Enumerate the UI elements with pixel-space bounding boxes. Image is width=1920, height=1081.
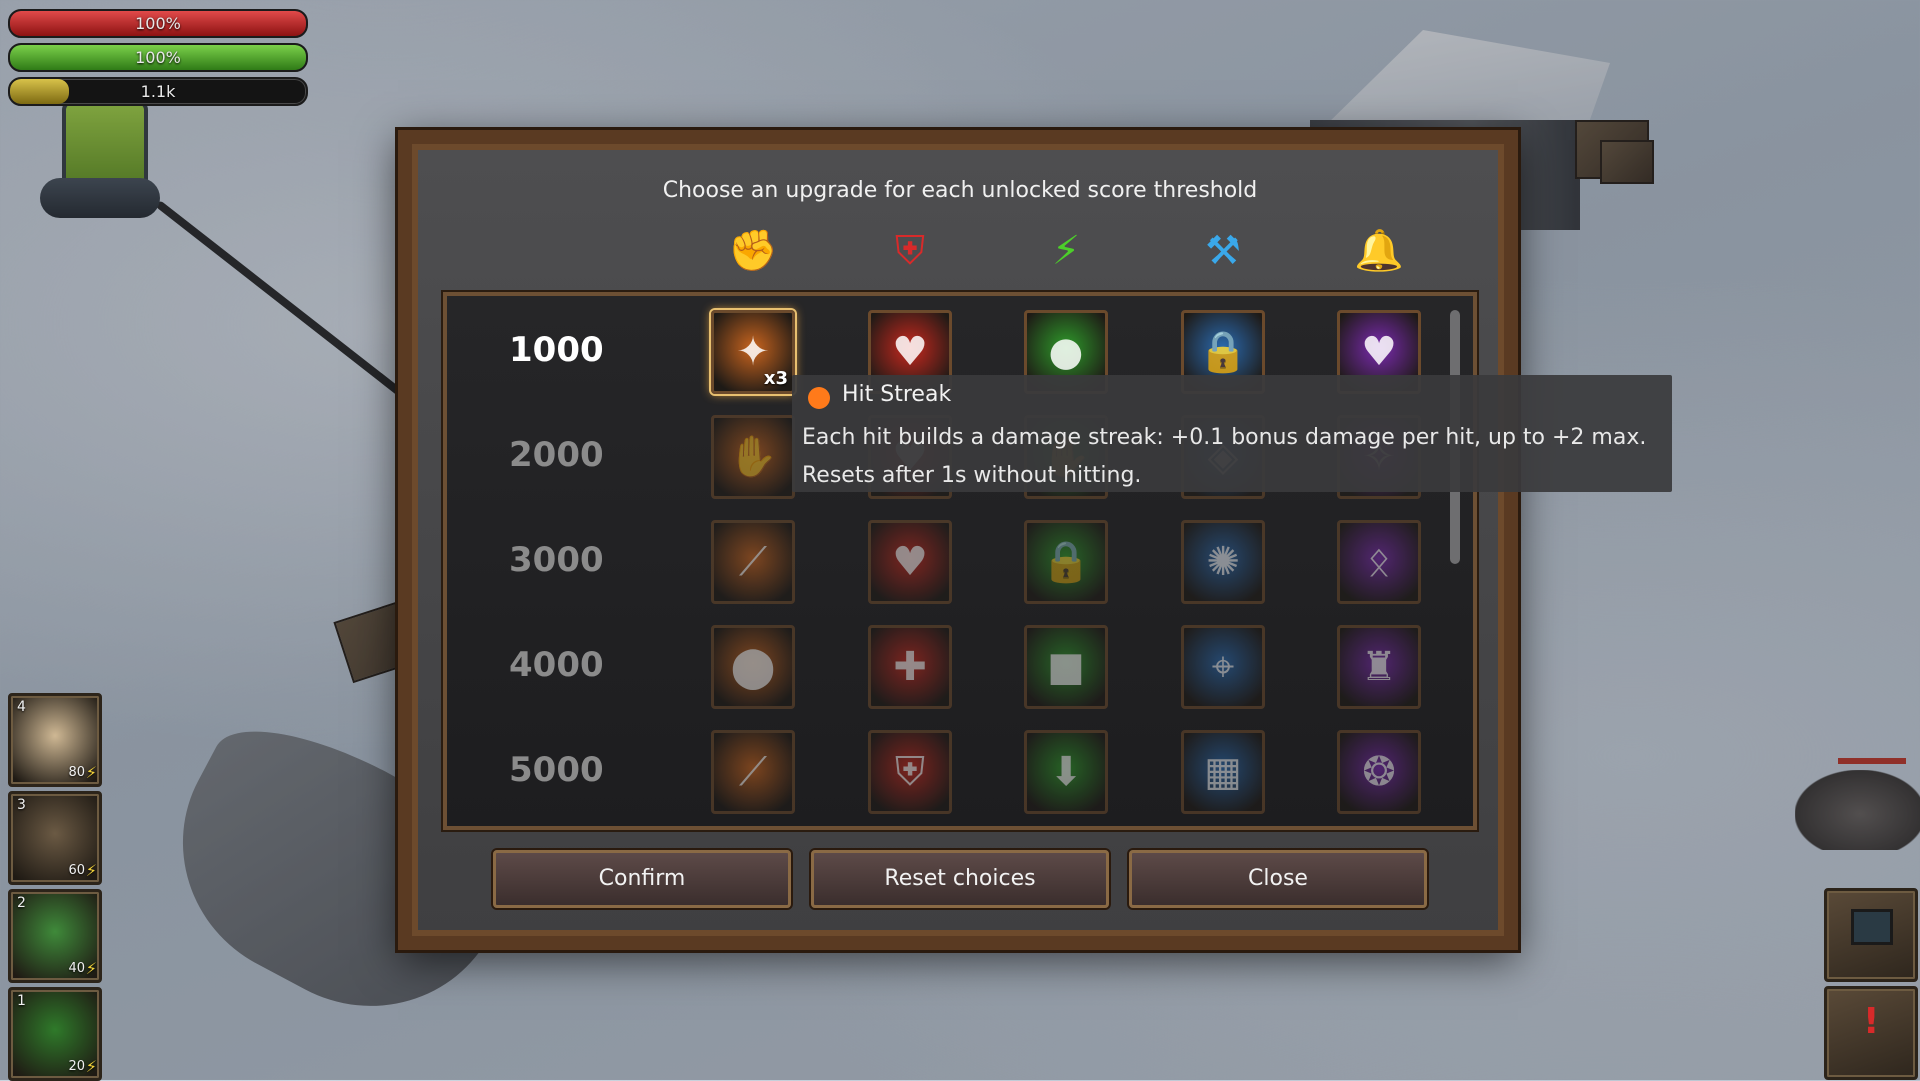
purple-tower-icon: ♜	[1361, 644, 1397, 690]
threshold-label: 4000	[509, 645, 604, 685]
upgrade-tile: ⬤	[711, 625, 795, 709]
upgrade-tile: ✺	[1181, 520, 1265, 604]
energy-bar: 1.1k	[8, 77, 308, 106]
upgrade-tile[interactable]: ✦ x3	[711, 310, 795, 394]
reset-choices-button[interactable]: Reset choices	[811, 850, 1109, 908]
tooltip-line-1: Each hit builds a damage streak: +0.1 bo…	[802, 425, 1647, 450]
fist-icon: ✊	[728, 228, 778, 274]
energy-icon: ⚡	[85, 959, 97, 978]
blue-crate-icon: ▦	[1204, 749, 1242, 795]
shield-plus-icon: ⛨	[895, 228, 925, 274]
tooltip-title: Hit Streak	[842, 382, 952, 407]
tooltip-line-2: Resets after 1s without hitting.	[802, 463, 1142, 488]
energy-icon: ⚡	[85, 861, 97, 880]
bell-icon: 🔔	[1354, 228, 1404, 274]
ability-key: 2	[17, 895, 26, 911]
tooltip-description: Each hit builds a damage streak: +0.1 bo…	[802, 419, 1662, 495]
ability-slot-1[interactable]: 1 20 ⚡	[8, 987, 102, 1081]
threshold-label: 5000	[509, 750, 604, 790]
ability-cost: 20	[68, 1059, 85, 1074]
ability-key: 4	[17, 699, 26, 715]
upgrade-tile: ■	[1024, 625, 1108, 709]
ability-slot-3[interactable]: 3 60 ⚡	[8, 791, 102, 885]
upgrade-grid: 1000✦x3♥●🔒♥2000✋♥✋◈✧3000⟋♥🔒✺ᛟ4000⬤✚■⌖♜50…	[443, 292, 1477, 830]
upgrade-tile: ⟋	[711, 730, 795, 814]
shield-label: 100%	[135, 48, 181, 67]
category-dot-icon	[808, 387, 830, 409]
energy-icon: ⚡	[85, 763, 97, 782]
purple-rune-icon: ᛟ	[1367, 539, 1391, 585]
ability-key: 1	[17, 993, 26, 1009]
blue-turret-icon: ⌖	[1211, 644, 1235, 690]
dialog-title: Choose an upgrade for each unlocked scor…	[662, 178, 1258, 203]
ability-cost: 40	[68, 961, 85, 976]
terminal-button[interactable]	[1824, 888, 1918, 982]
confirm-button[interactable]: Confirm	[493, 850, 791, 908]
orange-blade-icon: ⟋	[739, 749, 767, 795]
monitor-icon	[1851, 909, 1893, 945]
threshold-label: 3000	[509, 540, 604, 580]
blue-burst-icon: ✺	[1206, 539, 1240, 585]
upgrade-tile: ♥	[868, 520, 952, 604]
orange-slash-icon: ⟋	[739, 539, 767, 585]
green-arrow-icon: ⬇	[1049, 749, 1083, 795]
upgrade-tile: ⌖	[1181, 625, 1265, 709]
ability-slot-4[interactable]: 4 80 ⚡	[8, 693, 102, 787]
orange-paw-icon: ✋	[728, 434, 778, 480]
ability-key: 3	[17, 797, 26, 813]
upgrade-tooltip: Hit Streak Each hit builds a damage stre…	[792, 375, 1672, 492]
upgrade-tile: ♜	[1337, 625, 1421, 709]
health-label: 100%	[135, 14, 181, 33]
stack-badge: x3	[763, 368, 788, 389]
cannon-icon: ⬤	[730, 644, 776, 690]
red-pillar-icon: ✚	[893, 644, 927, 690]
alert-button[interactable]: !	[1824, 986, 1918, 1080]
upgrade-tile: ✚	[868, 625, 952, 709]
ability-slot-2[interactable]: 2 40 ⚡	[8, 889, 102, 983]
upgrade-tile: ❂	[1337, 730, 1421, 814]
upgrade-tile: ᛟ	[1337, 520, 1421, 604]
ability-cost: 60	[68, 863, 85, 878]
alert-icon: !	[1863, 1001, 1880, 1042]
energy-label: 1.1k	[140, 82, 176, 101]
heart-ring-icon: ♥	[892, 539, 928, 585]
tools-icon: ⚒	[1205, 228, 1241, 274]
energy-icon: ⚡	[85, 1057, 97, 1076]
upgrade-tile: 🔒	[1024, 520, 1108, 604]
health-bar: 100%	[8, 9, 308, 38]
green-box-icon: ■	[1047, 644, 1085, 690]
shield-bar: 100%	[8, 43, 308, 72]
upgrade-tile: ✋	[711, 415, 795, 499]
upgrade-tile: ⬇	[1024, 730, 1108, 814]
purple-swirl-icon: ❂	[1362, 749, 1396, 795]
lightning-icon: ⚡	[1051, 228, 1081, 274]
red-shield-icon: ⛨	[895, 749, 925, 795]
upgrade-tile: ▦	[1181, 730, 1265, 814]
close-button[interactable]: Close	[1129, 850, 1427, 908]
ability-cost: 80	[68, 765, 85, 780]
threshold-label: 1000	[509, 330, 604, 370]
green-padlock-icon: 🔒	[1041, 539, 1091, 585]
threshold-label: 2000	[509, 435, 604, 475]
upgrade-tile: ⛨	[868, 730, 952, 814]
upgrade-tile: ⟋	[711, 520, 795, 604]
